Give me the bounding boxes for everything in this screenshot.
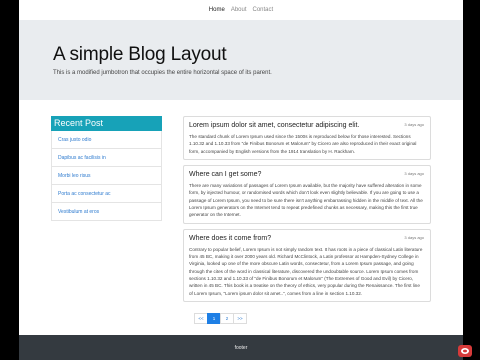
pagination-last-button[interactable]: >>: [233, 313, 247, 324]
post-title[interactable]: Where does it come from?: [189, 235, 425, 242]
pagination-page-1[interactable]: 1: [207, 313, 221, 324]
app-badge-icon: [458, 345, 472, 357]
pagination: << 1 2 >>: [194, 313, 247, 324]
post-timestamp: 3 days ago: [404, 171, 424, 177]
nav-contact-link[interactable]: Contact: [253, 7, 274, 13]
jumbotron: A simple Blog Layout This is a modified …: [19, 20, 463, 100]
page-title: A simple Blog Layout: [53, 44, 227, 65]
app-logo-icon: [461, 348, 469, 354]
post-list: Lorem ipsum dolor sit amet, consectetur …: [183, 116, 431, 307]
nav-home-link[interactable]: Home: [209, 7, 225, 13]
post-title[interactable]: Where can I get some?: [189, 171, 425, 178]
post-body: There are many variations of passages of…: [189, 183, 423, 218]
sidebar-header: Recent Post: [51, 116, 162, 131]
post-card: Lorem ipsum dolor sit amet, consectetur …: [183, 116, 431, 161]
post-body: The standard chunk of Lorem Ipsum used s…: [189, 134, 417, 154]
post-timestamp: 3 days ago: [404, 122, 424, 127]
post-timestamp: 3 days ago: [404, 234, 424, 240]
page-footer: footer: [19, 335, 463, 360]
sidebar-item-cras-justo-odio[interactable]: Cras justo odio: [51, 131, 162, 149]
sidebar-item-dapibus[interactable]: Dapibus ac facilisis in: [51, 149, 162, 167]
top-navbar: Home About Contact: [19, 0, 463, 20]
page-subtitle: This is a modified jumbotron that occupi…: [53, 70, 272, 76]
nav-about-link[interactable]: About: [231, 7, 247, 13]
recent-post-sidebar: Recent Post Cras justo odio Dapibus ac f…: [51, 116, 162, 221]
post-card: Where can I get some? 3 days ago There a…: [183, 165, 431, 224]
post-title[interactable]: Lorem ipsum dolor sit amet, consectetur …: [189, 122, 425, 129]
post-body: Contrary to popular belief, Lorem Ipsum …: [189, 246, 423, 296]
pagination-page-2[interactable]: 2: [220, 313, 234, 324]
sidebar-item-vestibulum[interactable]: Vestibulum at eros: [51, 203, 162, 221]
post-card: Where does it come from? 3 days ago Cont…: [183, 228, 431, 303]
sidebar-item-porta-ac[interactable]: Porta ac consectetur ac: [51, 185, 162, 203]
sidebar-item-morbi-leo-risus[interactable]: Morbi leo risus: [51, 167, 162, 185]
pagination-first-button[interactable]: <<: [194, 313, 208, 324]
footer-text: footer: [234, 344, 248, 351]
page: Home About Contact A simple Blog Layout …: [19, 0, 463, 360]
